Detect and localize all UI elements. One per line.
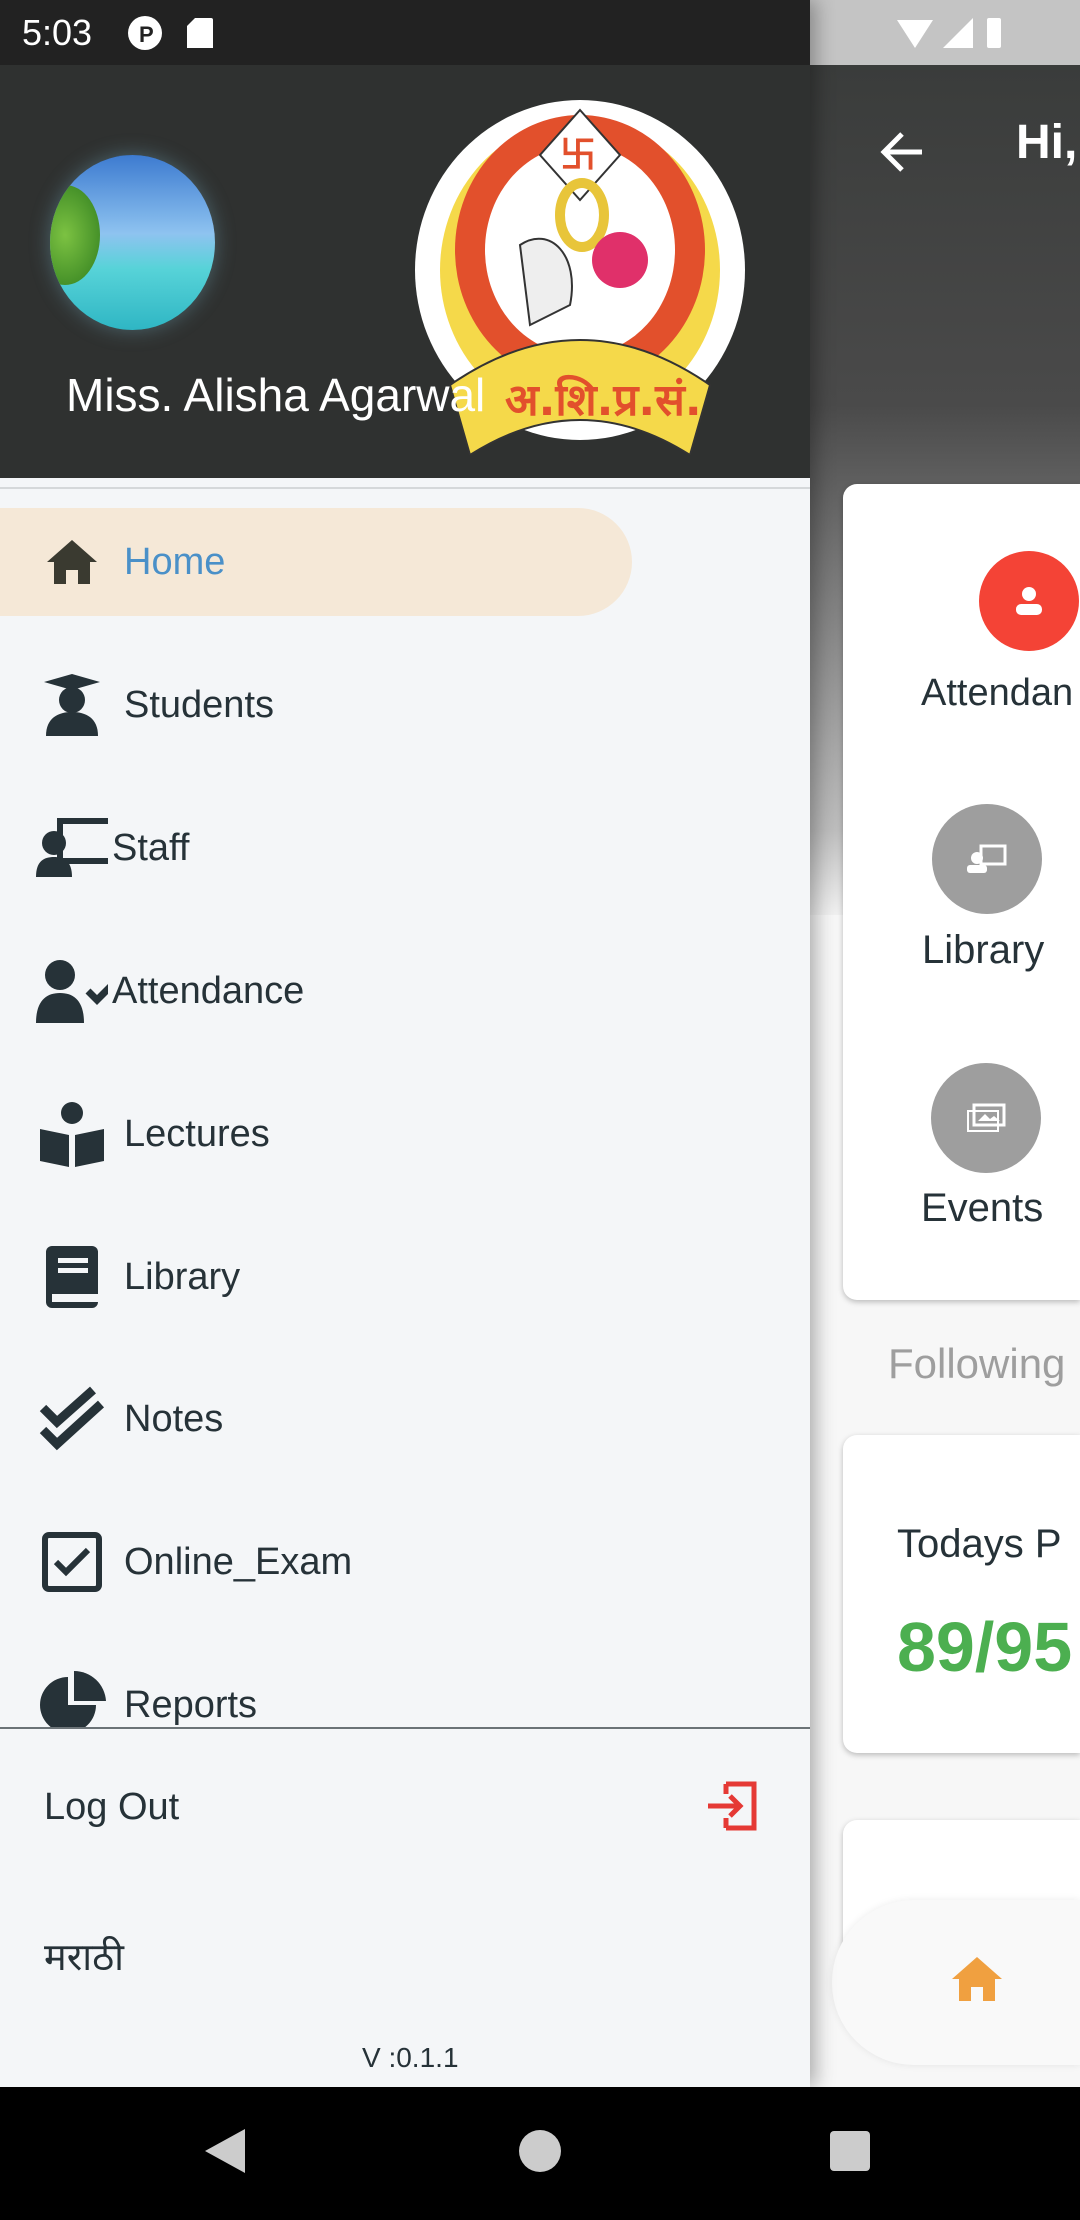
today-present-card[interactable]: Todays P 89/95 xyxy=(843,1435,1080,1753)
chalkboard-icon xyxy=(967,844,1007,873)
greeting: Hi, xyxy=(1016,116,1078,169)
drawer-item-label: Online_Exam xyxy=(124,1540,353,1583)
drawer-item-students[interactable]: Students xyxy=(0,651,632,759)
drawer-item-reports[interactable]: Reports xyxy=(0,1651,632,1727)
home-nav-icon[interactable] xyxy=(950,1955,1004,2003)
home-screen: Hi, Attendan Library Events Following To… xyxy=(810,0,1080,2087)
images-icon xyxy=(967,1103,1006,1132)
logout-label: Log Out xyxy=(44,1786,180,1828)
drawer-item-label: Home xyxy=(124,540,226,583)
library-shortcut[interactable] xyxy=(932,804,1042,914)
app-version: V :0.1.1 xyxy=(362,2042,459,2073)
following-heading: Following xyxy=(888,1340,1066,1387)
drawer-item-lectures[interactable]: Lectures xyxy=(0,1080,632,1188)
svg-text:卐: 卐 xyxy=(560,135,596,176)
clock: 5:03 xyxy=(22,12,93,53)
navigation-drawer: 5:03 P 卐 अ.शि.प्र.सं. Miss. Alisha Agarw… xyxy=(0,0,810,2087)
drawer-item-library[interactable]: Library xyxy=(0,1223,632,1331)
back-arrow-icon[interactable] xyxy=(878,130,926,174)
svg-text:अ.शि.प्र.सं.: अ.शि.प्र.सं. xyxy=(505,374,702,426)
header-divider xyxy=(0,487,810,489)
recents-nav-button[interactable] xyxy=(830,2131,870,2171)
drawer-item-notes[interactable]: Notes xyxy=(0,1365,632,1473)
book-reader-icon xyxy=(36,1098,108,1170)
drawer-item-label: Reports xyxy=(124,1683,258,1726)
drawer-item-label: Library xyxy=(124,1255,241,1298)
wifi-icon xyxy=(897,20,933,48)
notification-icons: P xyxy=(128,16,213,50)
home-nav-button[interactable] xyxy=(519,2130,561,2172)
status-icons xyxy=(897,18,1001,48)
logout-button[interactable]: Log Out xyxy=(0,1750,810,1862)
back-nav-icon[interactable] xyxy=(203,2127,247,2175)
drawer-item-label: Lectures xyxy=(124,1112,270,1155)
palm-tree xyxy=(50,185,100,285)
logout-icon xyxy=(708,1781,757,1831)
chalkboard-teacher-icon xyxy=(36,812,108,884)
book-icon xyxy=(36,1241,108,1313)
drawer-item-home[interactable]: Home xyxy=(0,508,632,616)
double-check-icon xyxy=(36,1383,108,1455)
drawer-item-attendance[interactable]: Attendance xyxy=(0,937,632,1045)
status-bar-right xyxy=(810,0,1080,65)
drawer-item-reports-clip: Reports xyxy=(0,1651,810,1727)
footer-divider xyxy=(0,1727,810,1729)
user-check-icon xyxy=(36,955,108,1027)
svg-text:P: P xyxy=(139,22,154,47)
drawer-item-label: Attendance xyxy=(112,969,305,1012)
check-square-icon xyxy=(36,1526,108,1598)
home-icon xyxy=(36,526,108,598)
today-value: 89/95 xyxy=(897,1608,1073,1686)
attendance-shortcut[interactable] xyxy=(979,551,1079,651)
drawer-item-label: Students xyxy=(124,683,274,726)
signal-icon xyxy=(943,18,973,48)
graduate-icon xyxy=(36,669,108,741)
events-shortcut[interactable] xyxy=(931,1063,1041,1173)
bottom-nav xyxy=(832,1900,1080,2065)
pie-chart-icon xyxy=(36,1669,108,1727)
today-label: Todays P xyxy=(897,1522,1062,1566)
library-label: Library xyxy=(922,928,1045,972)
drawer-item-staff[interactable]: Staff xyxy=(0,794,632,902)
drawer-item-label: Staff xyxy=(112,826,190,869)
drawer-header: 卐 अ.शि.प्र.सं. Miss. Alisha Agarwal xyxy=(0,65,810,478)
system-nav-bar xyxy=(0,2087,1080,2220)
avatar[interactable] xyxy=(50,155,215,330)
person-icon xyxy=(1016,587,1042,615)
drawer-item-label: Notes xyxy=(124,1397,224,1440)
language-toggle[interactable]: मराठी xyxy=(44,1930,124,1982)
events-label: Events xyxy=(921,1186,1044,1230)
user-name: Miss. Alisha Agarwal xyxy=(66,369,486,421)
quick-access-card: Attendan Library Events xyxy=(843,484,1080,1300)
drawer-item-online-exam[interactable]: Online_Exam xyxy=(0,1508,632,1616)
battery-icon xyxy=(987,18,1001,48)
attendance-label: Attendan xyxy=(921,672,1074,714)
